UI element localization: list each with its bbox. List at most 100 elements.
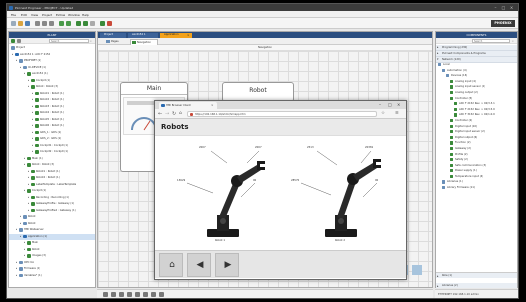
menu-project[interactable]: Project	[42, 13, 52, 17]
minimize-icon[interactable]: –	[379, 102, 381, 108]
section-role[interactable]: ▸ Role (1)	[436, 273, 517, 278]
tab-close-icon[interactable]: ×	[187, 33, 190, 37]
components-search-input[interactable]	[472, 39, 510, 43]
expand-icon[interactable]: ▸	[28, 176, 29, 179]
expand-icon[interactable]: ▸	[28, 85, 29, 88]
expand-icon[interactable]: ▸	[16, 267, 17, 270]
forward-icon[interactable]: →	[165, 111, 169, 117]
export-icon[interactable]	[151, 292, 156, 297]
nav-home-button[interactable]: ⌂	[159, 253, 183, 277]
menu-icon[interactable]: ≡	[395, 111, 399, 117]
tab-axc2152[interactable]: axc2152 1	[128, 32, 158, 38]
plant-filter-icon[interactable]	[17, 39, 21, 43]
plant-tree-item[interactable]: ▸ Variables* (1)	[9, 273, 95, 280]
maximize-icon[interactable]: □	[388, 102, 392, 108]
expand-icon[interactable]: ▸	[28, 209, 29, 212]
fit-icon[interactable]	[119, 292, 124, 297]
expand-icon[interactable]: ▸	[28, 79, 29, 82]
expand-icon[interactable]: ▸	[28, 196, 29, 199]
paste-icon[interactable]	[49, 21, 54, 26]
expand-icon[interactable]: ▸	[24, 189, 25, 192]
grid-icon[interactable]	[127, 292, 132, 297]
expand-icon[interactable]: ▸	[20, 215, 21, 218]
expand-icon[interactable]: ▸	[32, 124, 33, 127]
browser-tab[interactable]: HMI Browser Client ×	[159, 102, 217, 109]
expand-icon[interactable]: ▸	[16, 261, 17, 264]
expand-icon[interactable]: ▸	[24, 241, 25, 244]
stop-icon[interactable]	[107, 21, 112, 26]
expand-icon[interactable]: ▸	[20, 235, 21, 238]
nav-next-button[interactable]: ▶	[215, 253, 239, 277]
subtab-navigation[interactable]: Navigation	[130, 39, 158, 45]
expand-icon[interactable]: ▸	[32, 131, 33, 134]
menu-view[interactable]: View	[31, 13, 38, 17]
expand-icon[interactable]: ▸	[24, 254, 25, 257]
menu-file[interactable]: File	[11, 13, 16, 17]
expand-icon[interactable]: ▸	[28, 202, 29, 205]
plant-add-icon[interactable]	[11, 39, 15, 43]
tab-close-icon[interactable]: ×	[211, 103, 214, 108]
new-icon[interactable]	[11, 21, 16, 26]
star-icon[interactable]: ☆	[381, 111, 385, 117]
expand-icon[interactable]: ▸	[24, 163, 25, 166]
section-libraries[interactable]: ▸ Libraries (2)	[436, 283, 517, 288]
expand-icon[interactable]: ▸	[32, 137, 33, 140]
expand-icon[interactable]: ▸	[24, 248, 25, 251]
node-icon	[35, 117, 39, 122]
zoom-in-icon[interactable]	[111, 292, 116, 297]
expand-icon[interactable]: ▸	[20, 66, 21, 69]
address-bar[interactable]: https://192.168.1.10/ehmi/hmiapp.htm	[187, 111, 377, 117]
layer-icon[interactable]	[143, 292, 148, 297]
expand-icon[interactable]: ▸	[32, 144, 33, 147]
page-node-robot[interactable]: Robot	[222, 82, 294, 102]
node-icon	[35, 98, 39, 102]
open-icon[interactable]	[18, 21, 23, 26]
node-icon	[35, 104, 39, 109]
expand-icon[interactable]: ▸	[28, 170, 29, 173]
tab-project[interactable]: Project	[100, 32, 126, 38]
redo-icon[interactable]	[66, 21, 71, 26]
expand-icon[interactable]: ▸	[28, 183, 29, 186]
expand-icon[interactable]: ▸	[16, 59, 17, 62]
expand-icon[interactable]: ▸	[16, 228, 17, 231]
expand-icon[interactable]: ▸	[32, 92, 33, 95]
nav-previous-button[interactable]: ◀	[187, 253, 211, 277]
reload-icon[interactable]: ↻	[172, 111, 176, 117]
robot-name: Robot 2	[335, 239, 345, 242]
properties-icon[interactable]	[159, 292, 164, 297]
maximize-icon[interactable]: □	[501, 5, 506, 10]
subtab-pages[interactable]: Pages	[106, 39, 126, 44]
download-icon[interactable]	[83, 21, 88, 26]
expand-icon[interactable]: ▸	[32, 98, 33, 101]
components-tree-item[interactable]: Library Firmware (11)	[436, 185, 517, 191]
expand-icon[interactable]: ▸	[32, 105, 33, 108]
align-icon[interactable]	[135, 292, 140, 297]
menu-extras[interactable]: Extras	[56, 13, 65, 17]
expand-icon[interactable]: ▸	[16, 274, 17, 277]
back-icon[interactable]: ←	[158, 111, 162, 117]
home-icon[interactable]: ⌂	[179, 111, 182, 117]
copy-icon[interactable]	[42, 21, 47, 26]
expand-icon[interactable]: ▸	[32, 111, 33, 114]
robot-panel-2: 2513 20381 28570 90 Robot 2	[281, 139, 399, 249]
zoom-out-icon[interactable]	[103, 292, 108, 297]
expand-icon[interactable]: ▸	[32, 118, 33, 121]
close-icon[interactable]: ×	[509, 5, 514, 10]
run-icon[interactable]	[100, 21, 105, 26]
expand-icon[interactable]: ▸	[32, 150, 33, 153]
menu-window[interactable]: Window	[68, 13, 80, 17]
menu-edit[interactable]: Edit	[21, 13, 27, 17]
expand-icon[interactable]: ▸	[20, 222, 21, 225]
undo-icon[interactable]	[59, 21, 64, 26]
close-icon[interactable]: ×	[397, 102, 400, 108]
debug-icon[interactable]	[90, 21, 95, 26]
cut-icon[interactable]	[35, 21, 40, 26]
expand-icon[interactable]: ▸	[12, 53, 13, 56]
minimize-icon[interactable]: –	[493, 5, 498, 10]
save-icon[interactable]	[25, 21, 30, 26]
connect-icon[interactable]	[76, 21, 81, 26]
expand-icon[interactable]: ▸	[24, 72, 25, 75]
plant-search-input[interactable]	[49, 39, 89, 43]
expand-icon[interactable]: ▸	[24, 157, 25, 160]
menu-help[interactable]: Help	[82, 13, 89, 17]
